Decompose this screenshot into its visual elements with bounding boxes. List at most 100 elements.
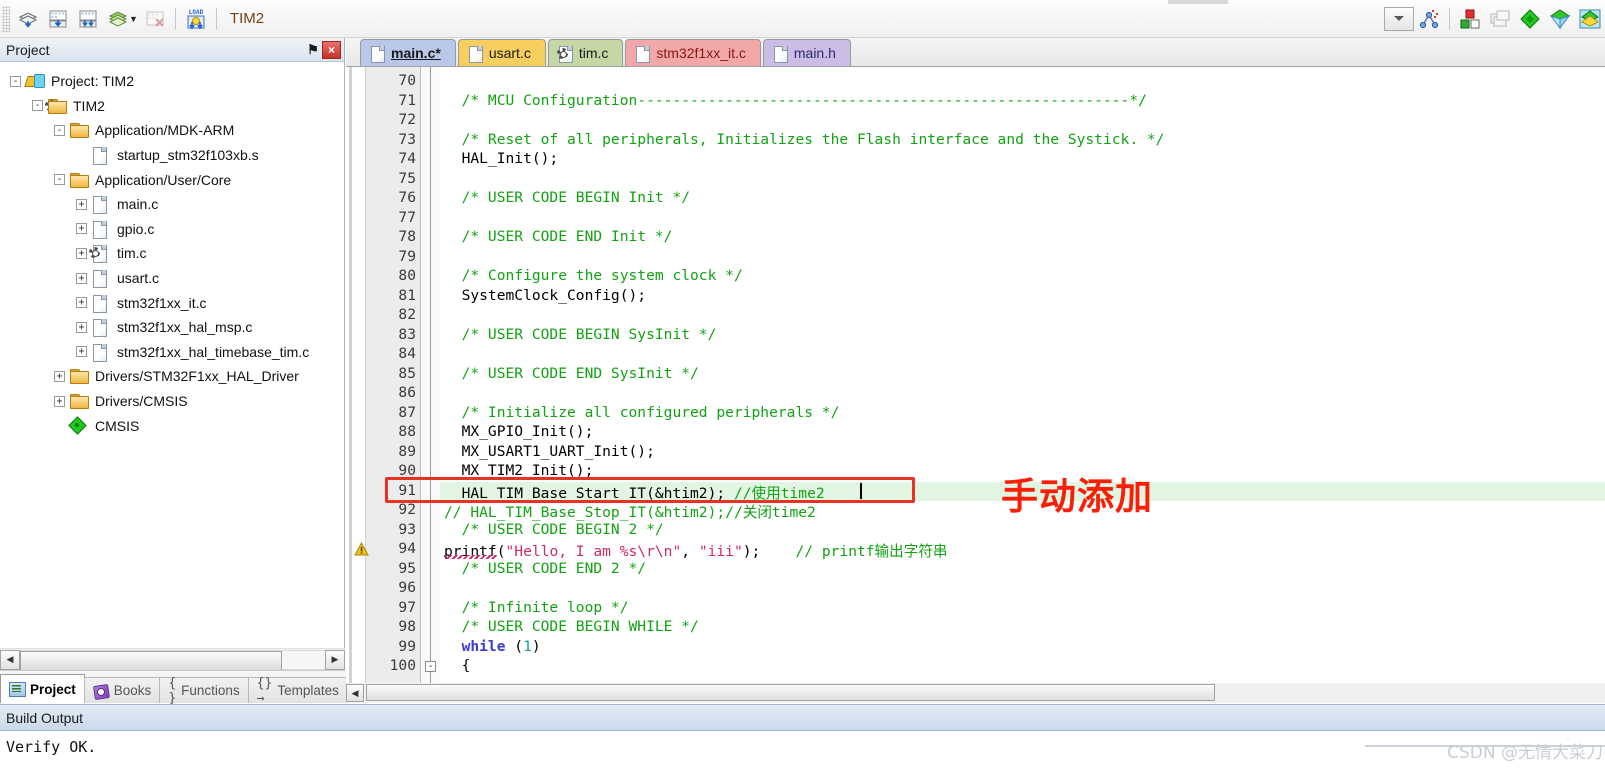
- code-line[interactable]: 73 /* Reset of all peripherals, Initiali…: [346, 131, 1605, 151]
- line-number: 77: [398, 208, 416, 226]
- editor-tab-main-h[interactable]: main.h: [762, 39, 851, 66]
- code-line[interactable]: 76 /* USER CODE BEGIN Init */: [346, 189, 1605, 209]
- tree-expander[interactable]: +: [54, 370, 65, 382]
- pack-installer-icon[interactable]: [1515, 4, 1545, 34]
- editor-tab-stm32f1xx-it-c[interactable]: stm32f1xx_it.c: [625, 39, 761, 66]
- manage-components-icon[interactable]: [1455, 4, 1485, 34]
- code-line[interactable]: 80 /* Configure the system clock */: [346, 267, 1605, 287]
- manage-rte-icon[interactable]: [1545, 4, 1575, 34]
- code-line[interactable]: 93 /* USER CODE BEGIN 2 */: [346, 521, 1605, 541]
- project-tree-hscrollbar[interactable]: ◀ ▶: [0, 648, 345, 671]
- panel-tab-label: Books: [113, 683, 152, 698]
- svcs-icon[interactable]: [1575, 4, 1605, 34]
- tree-expander[interactable]: -: [54, 174, 65, 186]
- code-line[interactable]: 84: [346, 345, 1605, 365]
- code-line[interactable]: 100 {-: [346, 657, 1605, 677]
- editor-hscrollbar[interactable]: ◀: [346, 683, 1605, 703]
- hscroll-track[interactable]: [20, 649, 325, 671]
- code-line[interactable]: 71 /* MCU Configuration-----------------…: [346, 92, 1605, 112]
- tree-item[interactable]: - TIM2: [0, 94, 344, 119]
- tree-item[interactable]: + usart.c: [0, 266, 344, 291]
- target-options-icon[interactable]: [1414, 4, 1444, 34]
- code-line[interactable]: 72: [346, 111, 1605, 131]
- panel-tab-project[interactable]: Project: [0, 674, 85, 703]
- panel-tab-books[interactable]: Books: [83, 677, 161, 703]
- tree-item[interactable]: + stm32f1xx_hal_timebase_tim.c: [0, 340, 344, 365]
- code-line[interactable]: 92 // HAL_TIM_Base_Stop_IT(&htim2);//关闭ti…: [346, 501, 1605, 521]
- code-line[interactable]: 86: [346, 384, 1605, 404]
- panel-tab-templates[interactable]: {}→ Templates: [247, 676, 348, 706]
- code-line[interactable]: 87 /* Initialize all configured peripher…: [346, 404, 1605, 424]
- tree-expander[interactable]: -: [54, 124, 65, 136]
- editor-tab-tim-c[interactable]: tim.c: [547, 39, 624, 66]
- tree-item[interactable]: + gpio.c: [0, 217, 344, 242]
- code-line[interactable]: 96: [346, 579, 1605, 599]
- tree-expander[interactable]: +: [76, 223, 87, 235]
- code-line[interactable]: 81 SystemClock_Config();: [346, 287, 1605, 307]
- tree-expander[interactable]: +: [76, 198, 87, 210]
- tree-expander[interactable]: -: [32, 100, 43, 112]
- code-line[interactable]: 79: [346, 248, 1605, 268]
- editor-tab-main-c-[interactable]: main.c*: [360, 39, 456, 66]
- editor-tab-usart-c[interactable]: usart.c: [457, 39, 546, 66]
- build-icon[interactable]: [43, 4, 73, 34]
- code-line[interactable]: 95 /* USER CODE END 2 */: [346, 560, 1605, 580]
- tree-item[interactable]: CMSIS: [0, 413, 344, 438]
- keil-uvision-window: ▼ LOAD TIM2 Project ⚑ × - Project: TIM2 …: [0, 0, 1605, 773]
- panel-tab-functions[interactable]: { } Functions: [159, 676, 249, 706]
- code-line[interactable]: 99 while (1): [346, 638, 1605, 658]
- code-line[interactable]: 97 /* Infinite loop */: [346, 599, 1605, 619]
- tree-item[interactable]: - Project: TIM2: [0, 69, 344, 94]
- stop-build-icon[interactable]: [140, 4, 170, 34]
- code-line[interactable]: 88 MX_GPIO_Init();: [346, 423, 1605, 443]
- target-select[interactable]: [1384, 6, 1414, 31]
- tree-expander[interactable]: +: [76, 247, 87, 259]
- code-line[interactable]: 77: [346, 209, 1605, 229]
- batch-build-dropdown-icon[interactable]: ▼: [129, 14, 138, 24]
- toolbar-grip[interactable]: [2, 5, 10, 32]
- hscroll-thumb[interactable]: [20, 650, 282, 671]
- code-line[interactable]: 78 /* USER CODE END Init */: [346, 228, 1605, 248]
- project-tree[interactable]: - Project: TIM2- TIM2- Application/MDK-ARM s…: [0, 63, 344, 643]
- code-editor[interactable]: 70 71 /* MCU Configuration---------------…: [346, 67, 1605, 683]
- tree-expander[interactable]: +: [76, 272, 87, 284]
- tree-item[interactable]: + stm32f1xx_it.c: [0, 290, 344, 315]
- code-line[interactable]: 85 /* USER CODE END SysInit */: [346, 365, 1605, 385]
- code-line[interactable]: 94 printf("Hello, I am %s\r\n", "iii"); /…: [346, 540, 1605, 560]
- tree-item[interactable]: + tim.c: [0, 241, 344, 266]
- rebuild-all-icon[interactable]: [73, 4, 103, 34]
- tree-item[interactable]: - Application/MDK-ARM: [0, 118, 344, 143]
- tree-item[interactable]: - Application/User/Core: [0, 167, 344, 192]
- tree-item[interactable]: startup_stm32f103xb.s: [0, 143, 344, 168]
- tree-item[interactable]: + Drivers/STM32F1xx_HAL_Driver: [0, 364, 344, 389]
- code-line[interactable]: 89 MX_USART1_UART_Init();: [346, 443, 1605, 463]
- editor-hscroll-thumb[interactable]: [366, 684, 1215, 701]
- tree-expander[interactable]: -: [10, 75, 21, 87]
- scroll-left-icon[interactable]: ◀: [0, 649, 20, 670]
- tree-expander[interactable]: +: [76, 297, 87, 309]
- code-line[interactable]: 83 /* USER CODE BEGIN SysInit */: [346, 326, 1605, 346]
- code-line[interactable]: 70: [346, 72, 1605, 92]
- multi-project-icon[interactable]: [1485, 4, 1515, 34]
- tree-expander[interactable]: +: [54, 395, 65, 407]
- tree-item[interactable]: + Drivers/CMSIS: [0, 389, 344, 414]
- code-line[interactable]: 74 HAL_Init();: [346, 150, 1605, 170]
- code-line[interactable]: 75: [346, 170, 1605, 190]
- pin-icon[interactable]: ⚑: [304, 42, 322, 58]
- close-icon[interactable]: ×: [322, 40, 341, 59]
- tree-expander[interactable]: +: [76, 346, 87, 358]
- editor-tabstrip[interactable]: main.c* usart.c tim.c stm32f1xx_it.c main.h: [346, 38, 1605, 67]
- tree-item[interactable]: + main.c: [0, 192, 344, 217]
- code-lines[interactable]: 70 71 /* MCU Configuration---------------…: [346, 67, 1605, 683]
- code-line[interactable]: 98 /* USER CODE BEGIN WHILE */: [346, 618, 1605, 638]
- fold-toggle-icon[interactable]: -: [425, 661, 436, 672]
- tree-expander[interactable]: +: [76, 321, 87, 333]
- file-icon: [468, 45, 483, 63]
- load-icon[interactable]: LOAD: [181, 4, 211, 34]
- scroll-right-icon[interactable]: ▶: [325, 649, 345, 670]
- code-line[interactable]: 82: [346, 306, 1605, 326]
- tree-item[interactable]: + stm32f1xx_hal_msp.c: [0, 315, 344, 340]
- project-panel-tabs[interactable]: Project Books { } Functions {}→ Templates: [0, 670, 348, 706]
- editor-scroll-left-icon[interactable]: ◀: [346, 684, 364, 702]
- translate-icon[interactable]: [13, 4, 43, 34]
